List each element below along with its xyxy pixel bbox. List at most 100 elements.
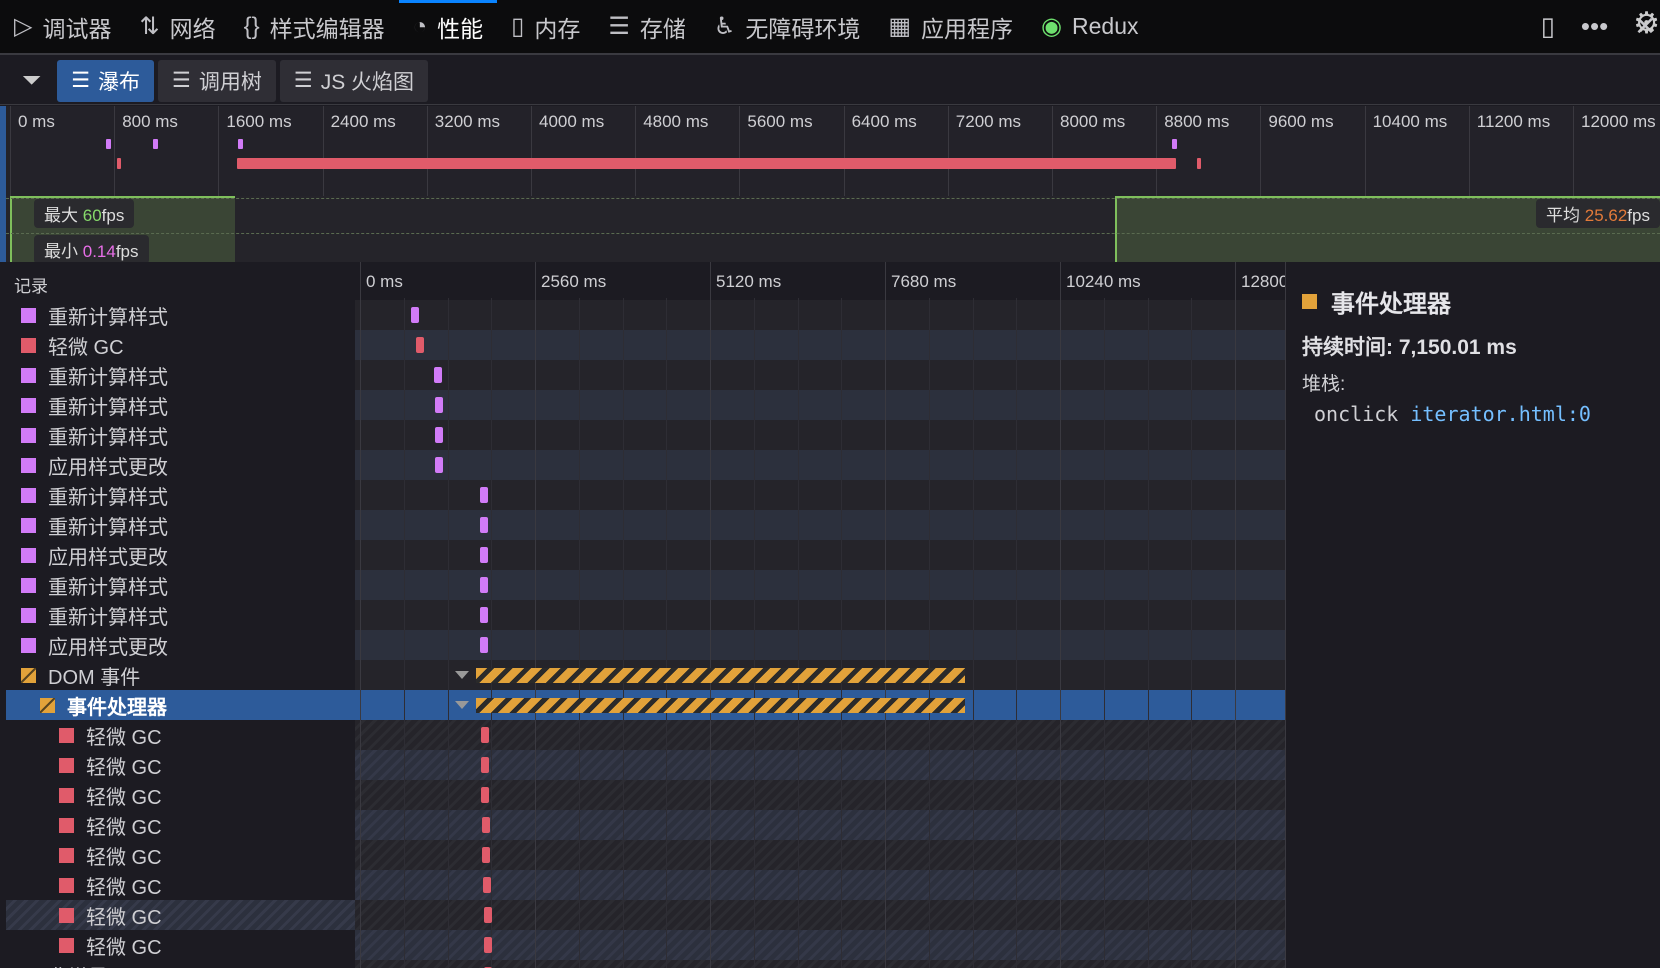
row-track <box>355 480 1285 510</box>
gc-marker-bar[interactable] <box>482 877 491 893</box>
overview-tick-label: 0 ms <box>18 112 55 131</box>
waterfall-row[interactable]: 非增量 GC <box>6 960 1285 968</box>
gc-marker-bar[interactable] <box>480 727 489 743</box>
waterfall-row[interactable]: 轻微 GC <box>6 720 1285 750</box>
row-track <box>355 960 1285 968</box>
style-marker-bar[interactable] <box>433 367 442 383</box>
expand-triangle-icon[interactable] <box>455 671 470 679</box>
style-marker-bar[interactable] <box>435 427 444 443</box>
waterfall-row[interactable]: 轻微 GC <box>6 780 1285 810</box>
tab-7[interactable]: ▦ 应用程序 <box>874 0 1027 53</box>
waterfall-row[interactable]: 轻微 GC <box>6 810 1285 840</box>
waterfall-row[interactable]: 重新计算样式 <box>6 480 1285 510</box>
waterfall-row[interactable]: 重新计算样式 <box>6 390 1285 420</box>
row-track <box>355 390 1285 420</box>
dom-swatch-icon <box>21 667 36 683</box>
row-track <box>355 630 1285 660</box>
dom-marker-bar[interactable] <box>476 698 965 713</box>
waterfall-row[interactable]: 应用样式更改 <box>6 630 1285 660</box>
tab-4[interactable]: ▯ 内存 <box>497 0 594 53</box>
style-marker-bar[interactable] <box>480 547 489 563</box>
style-marker-bar[interactable] <box>410 307 419 323</box>
waterfall-row[interactable]: 轻微 GC <box>6 870 1285 900</box>
style-marker-bar[interactable] <box>480 487 489 503</box>
waterfall-gridline <box>1016 298 1018 968</box>
row-label: 轻微 GC <box>6 720 355 750</box>
overview-tick-label: 5600 ms <box>747 112 813 131</box>
waterfall-row[interactable]: 应用样式更改 <box>6 540 1285 570</box>
gc-marker-bar[interactable] <box>484 937 493 953</box>
waterfall-tick-label: 10240 ms <box>1066 272 1141 291</box>
waterfall-row[interactable]: 轻微 GC <box>6 900 1285 930</box>
style-swatch-icon <box>21 577 36 593</box>
row-name: 轻微 GC <box>86 816 162 839</box>
settings-gear-icon[interactable]: ⚙ <box>1633 6 1660 41</box>
view-button-0[interactable]: ☰ 瀑布 <box>57 59 155 102</box>
waterfall-row[interactable]: 轻微 GC <box>6 330 1285 360</box>
waterfall-row[interactable]: 重新计算样式 <box>6 510 1285 540</box>
waterfall-row[interactable]: 应用样式更改 <box>6 450 1285 480</box>
gc-marker-bar[interactable] <box>481 787 490 803</box>
overview-style-marker <box>106 139 112 149</box>
tab-label: 网络 <box>169 15 216 42</box>
gc-marker-bar[interactable] <box>482 847 491 863</box>
waterfall-row[interactable]: 重新计算样式 <box>6 600 1285 630</box>
row-track <box>355 720 1285 750</box>
tab-2[interactable]: {} 样式编辑器 <box>230 0 399 53</box>
row-label: 轻微 GC <box>6 870 355 900</box>
gc-marker-bar[interactable] <box>483 907 492 923</box>
row-name: 轻微 GC <box>86 906 162 929</box>
gc-swatch-icon <box>59 817 74 833</box>
view-button-2[interactable]: ☰ JS 火焰图 <box>279 59 429 102</box>
gc-swatch-icon <box>59 907 74 923</box>
source-link[interactable]: iterator.html:0 <box>1410 402 1591 426</box>
waterfall-row[interactable]: 轻微 GC <box>6 930 1285 960</box>
overview-gridline <box>1364 106 1366 196</box>
style-marker-bar[interactable] <box>435 457 444 473</box>
row-name: 轻微 GC <box>86 726 162 749</box>
tab-label: 无障碍环境 <box>745 15 861 42</box>
gc-marker-bar[interactable] <box>481 757 490 773</box>
row-name: 重新计算样式 <box>48 576 168 599</box>
overview-tick-label: 7200 ms <box>955 112 1021 131</box>
style-marker-bar[interactable] <box>480 607 489 623</box>
style-swatch-icon <box>21 637 36 653</box>
tab-6[interactable]: ♿ 无障碍环境 <box>700 0 875 53</box>
waterfall-gridline <box>360 262 361 968</box>
style-swatch-icon <box>21 397 36 413</box>
dom-marker-bar[interactable] <box>476 668 965 683</box>
waterfall-gridline <box>491 298 493 968</box>
waterfall-row[interactable]: 轻微 GC <box>6 750 1285 780</box>
timeline-overview[interactable]: 最大 60fps 最小 0.14fps 平均 25.62fps 0 ms 800 … <box>6 106 1660 264</box>
filter-icon[interactable]: ⏷ <box>22 67 41 95</box>
style-marker-bar[interactable] <box>480 577 489 593</box>
waterfall-row[interactable]: 重新计算样式 <box>6 360 1285 390</box>
performance-toolbar: ⏷ ☰ 瀑布 ☰ 调用树 ☰ JS 火焰图 <box>0 57 1660 105</box>
tab-5[interactable]: ☰ 存储 <box>594 0 700 53</box>
waterfall-row[interactable]: 轻微 GC <box>6 840 1285 870</box>
waterfall-row[interactable]: 重新计算样式 <box>6 300 1285 330</box>
waterfall-gridline <box>535 262 536 968</box>
style-marker-bar[interactable] <box>480 517 489 533</box>
responsive-design-icon[interactable]: ▯ <box>1541 11 1555 42</box>
expand-triangle-icon[interactable] <box>455 701 470 709</box>
style-swatch-icon <box>21 487 36 503</box>
gc-marker-bar[interactable] <box>416 337 425 353</box>
style-marker-bar[interactable] <box>480 637 489 653</box>
tab-0[interactable]: ▷ 调试器 <box>0 0 125 53</box>
view-button-1[interactable]: ☰ 调用树 <box>158 59 276 102</box>
tab-8[interactable]: ◉ Redux <box>1027 0 1152 53</box>
overview-tick-label: 9600 ms <box>1268 112 1334 131</box>
gc-marker-bar[interactable] <box>482 817 491 833</box>
details-stack-label: 堆栈: <box>1302 374 1346 395</box>
waterfall-row[interactable]: 重新计算样式 <box>6 420 1285 450</box>
dom-event-swatch-icon <box>1302 294 1317 309</box>
more-options-icon[interactable]: ••• <box>1581 11 1608 42</box>
waterfall-row[interactable]: 重新计算样式 <box>6 570 1285 600</box>
tab-1[interactable]: ⇅ 网络 <box>125 0 229 53</box>
tab-3[interactable]: ◔ 性能 <box>398 0 498 53</box>
overview-gridline <box>10 106 11 196</box>
row-track <box>355 900 1285 930</box>
row-name: 应用样式更改 <box>48 456 168 479</box>
style-marker-bar[interactable] <box>435 397 444 413</box>
